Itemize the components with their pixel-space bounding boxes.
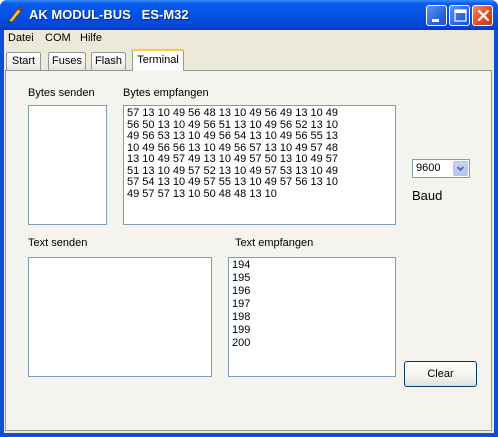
menu-datei[interactable]: Datei <box>8 32 34 44</box>
text-recv-line: 196 <box>232 285 251 297</box>
baud-label: Baud <box>412 188 443 203</box>
tab-start[interactable]: Start <box>6 52 41 70</box>
client-area: Datei COM Hilfe Start Fuses Flash Termin… <box>4 30 494 433</box>
app-icon[interactable] <box>6 6 24 24</box>
bytes-send-field[interactable] <box>28 105 107 225</box>
text-recv-line: 194 <box>232 259 251 271</box>
terminal-panel: Bytes senden Bytes empfangen 57 13 10 49… <box>5 70 492 431</box>
bytes-send-label: Bytes senden <box>28 87 95 99</box>
maximize-button[interactable] <box>449 5 470 26</box>
text-recv-line: 195 <box>232 272 251 284</box>
tab-strip: Start Fuses Flash Terminal <box>4 48 494 71</box>
text-recv-line: 197 <box>232 298 251 310</box>
baud-select[interactable]: 9600 <box>412 159 470 178</box>
menu-com[interactable]: COM <box>45 32 71 44</box>
bytes-recv-label: Bytes empfangen <box>123 87 209 99</box>
tab-fuses[interactable]: Fuses <box>48 52 86 70</box>
menu-hilfe[interactable]: Hilfe <box>80 32 102 44</box>
text-recv-line: 198 <box>232 311 251 323</box>
minimize-button[interactable] <box>426 5 447 26</box>
text-recv-line: 199 <box>232 324 251 336</box>
window-title: AK MODUL-BUS ES-M32 <box>29 7 189 22</box>
clear-button[interactable]: Clear <box>404 361 477 387</box>
baud-value: 9600 <box>416 162 441 174</box>
text-send-field[interactable] <box>28 257 212 377</box>
dropdown-arrow-icon[interactable] <box>453 161 468 176</box>
close-icon <box>477 9 490 22</box>
minimize-icon <box>432 19 439 22</box>
title-bar[interactable]: AK MODUL-BUS ES-M32 <box>0 0 498 30</box>
maximize-icon <box>454 9 467 22</box>
bytes-recv-field[interactable]: 57 13 10 49 56 48 13 10 49 56 49 13 10 4… <box>123 105 396 225</box>
tab-terminal[interactable]: Terminal <box>132 49 184 71</box>
text-recv-field[interactable]: 194 195 196 197 198 199 200 <box>228 257 396 377</box>
tab-flash[interactable]: Flash <box>91 52 126 70</box>
app-window: AK MODUL-BUS ES-M32 Datei COM Hilfe Star… <box>0 0 498 437</box>
text-recv-label: Text empfangen <box>235 237 314 249</box>
text-recv-line: 200 <box>232 337 251 349</box>
text-send-label: Text senden <box>28 237 88 249</box>
menu-bar: Datei COM Hilfe <box>4 30 494 48</box>
close-button[interactable] <box>472 5 493 26</box>
